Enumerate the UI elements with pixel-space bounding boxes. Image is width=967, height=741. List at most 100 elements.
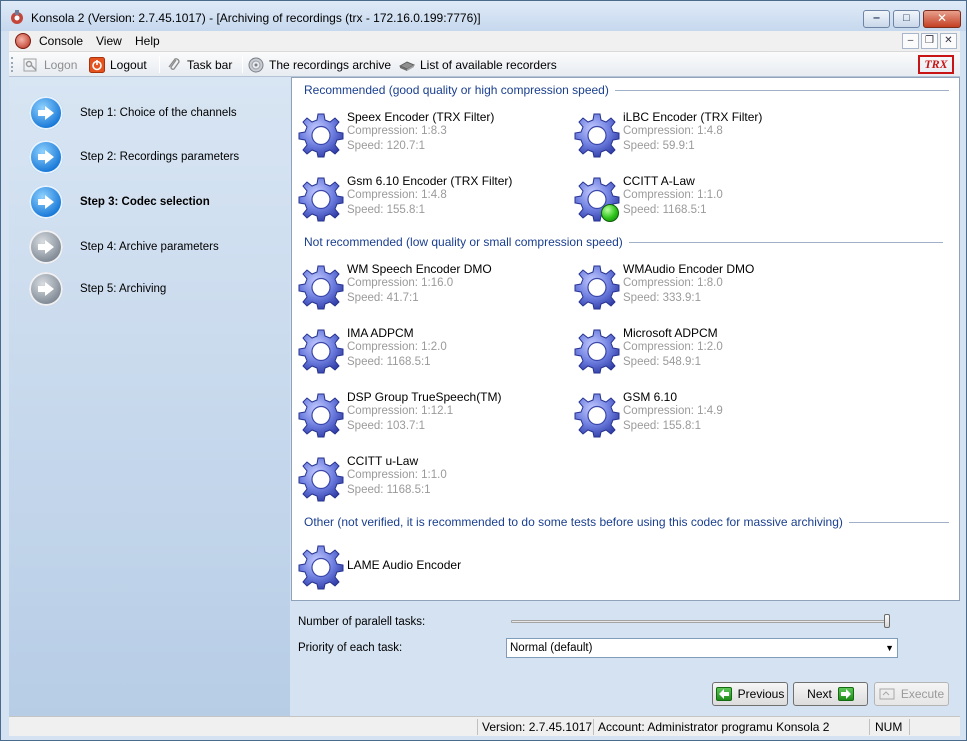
mdi-close-button[interactable]: ✕ bbox=[940, 33, 957, 49]
step-arrow-icon bbox=[29, 185, 63, 219]
codec-gsm-trx[interactable]: Gsm 6.10 Encoder (TRX Filter) Compressio… bbox=[298, 174, 558, 224]
task-priority-value: Normal (default) bbox=[510, 642, 593, 654]
codec-name: GSM 6.10 bbox=[623, 390, 678, 404]
menu-view[interactable]: View bbox=[96, 34, 122, 48]
next-button[interactable]: Next bbox=[793, 682, 868, 706]
minimize-icon: ‒ bbox=[873, 12, 880, 24]
codec-wmaudio[interactable]: WMAudio Encoder DMO Compression: 1:8.0 S… bbox=[574, 262, 834, 312]
gear-icon bbox=[298, 544, 344, 590]
maximize-button[interactable]: □ bbox=[893, 10, 920, 28]
recorders-list-button[interactable]: List of available recorders bbox=[398, 52, 557, 77]
codec-ilbc[interactable]: iLBC Encoder (TRX Filter) Compression: 1… bbox=[574, 110, 834, 160]
codec-compression: Compression: 1:2.0 bbox=[623, 341, 723, 353]
codec-speed: Speed: 41.7:1 bbox=[347, 292, 419, 304]
group-other-title: Other (not verified, it is recommended t… bbox=[304, 515, 949, 529]
gear-icon bbox=[574, 392, 620, 438]
codec-compression: Compression: 1:16.0 bbox=[347, 277, 454, 289]
gear-icon bbox=[298, 264, 344, 310]
parallel-tasks-slider-track[interactable] bbox=[511, 620, 889, 623]
menu-help[interactable]: Help bbox=[135, 34, 160, 48]
toolbar: Logon Logout Task bar The recordings arc… bbox=[9, 52, 960, 77]
codec-speed: Speed: 103.7:1 bbox=[347, 420, 426, 432]
task-priority-select[interactable]: Normal (default) ▼ bbox=[506, 638, 898, 658]
paperclip-icon bbox=[166, 57, 182, 73]
wizard-step-5[interactable]: Step 5: Archiving bbox=[29, 271, 166, 307]
codec-speex[interactable]: Speex Encoder (TRX Filter) Compression: … bbox=[298, 110, 558, 160]
codec-name: DSP Group TrueSpeech(TM) bbox=[347, 390, 502, 404]
selected-check-icon bbox=[601, 204, 619, 222]
taskbar-label: Task bar bbox=[187, 57, 233, 72]
app-icon bbox=[9, 9, 25, 25]
execute-icon bbox=[879, 686, 895, 702]
logon-button[interactable]: Logon bbox=[23, 52, 77, 77]
logout-button[interactable]: Logout bbox=[89, 52, 147, 77]
codec-compression: Compression: 1:4.8 bbox=[347, 189, 447, 201]
codec-compression: Compression: 1:1.0 bbox=[347, 469, 447, 481]
application-window: Konsola 2 (Version: 2.7.45.1017) - [Arch… bbox=[0, 0, 967, 741]
codec-speed: Speed: 333.9:1 bbox=[623, 292, 702, 304]
codec-lame[interactable]: LAME Audio Encoder bbox=[298, 542, 558, 592]
codec-wmspeech[interactable]: WM Speech Encoder DMO Compression: 1:16.… bbox=[298, 262, 558, 312]
codec-ms-adpcm[interactable]: Microsoft ADPCM Compression: 1:2.0 Speed… bbox=[574, 326, 834, 376]
group-recommended-label: Recommended (good quality or high compre… bbox=[304, 83, 609, 97]
previous-button[interactable]: Previous bbox=[712, 682, 788, 706]
archiving-options: Number of paralell tasks: Priority of ea… bbox=[291, 601, 960, 716]
codec-truespeech[interactable]: DSP Group TrueSpeech(TM) Compression: 1:… bbox=[298, 390, 558, 440]
codec-gsm610[interactable]: GSM 6.10 Compression: 1:4.9 Speed: 155.8… bbox=[574, 390, 834, 440]
console-app-icon[interactable] bbox=[15, 33, 31, 49]
codec-name: CCITT A-Law bbox=[623, 174, 695, 188]
close-button[interactable]: ✕ bbox=[923, 10, 961, 28]
execute-button[interactable]: Execute bbox=[874, 682, 949, 706]
wizard-step-4[interactable]: Step 4: Archive parameters bbox=[29, 229, 219, 265]
group-divider bbox=[614, 89, 949, 91]
group-other-label: Other (not verified, it is recommended t… bbox=[304, 515, 843, 529]
codec-compression: Compression: 1:12.1 bbox=[347, 405, 454, 417]
wizard-step-label: Step 5: Archiving bbox=[80, 283, 167, 295]
codec-alaw[interactable]: CCITT A-Law Compression: 1:1.0 Speed: 11… bbox=[574, 174, 834, 224]
minimize-button[interactable]: ‒ bbox=[863, 10, 890, 28]
recordings-archive-button[interactable]: The recordings archive bbox=[248, 52, 391, 77]
wizard-step-label: Step 3: Codec selection bbox=[80, 196, 210, 208]
mdi-minimize-button[interactable]: – bbox=[902, 33, 919, 49]
codec-ulaw[interactable]: CCITT u-Law Compression: 1:1.0 Speed: 11… bbox=[298, 454, 558, 504]
next-label: Next bbox=[807, 687, 832, 701]
arrow-left-icon bbox=[715, 687, 732, 701]
codec-speed: Speed: 59.9:1 bbox=[623, 140, 695, 152]
wizard-step-label: Step 1: Choice of the channels bbox=[80, 107, 237, 119]
wizard-step-3[interactable]: Step 3: Codec selection bbox=[29, 184, 210, 220]
gear-icon bbox=[298, 112, 344, 158]
codec-compression: Compression: 1:4.8 bbox=[623, 125, 723, 137]
mdi-restore-button[interactable]: ❐ bbox=[921, 33, 938, 49]
maximize-icon: □ bbox=[903, 12, 910, 24]
codec-name: WM Speech Encoder DMO bbox=[347, 262, 492, 276]
close-icon: ✕ bbox=[936, 11, 948, 25]
wizard-step-1[interactable]: Step 1: Choice of the channels bbox=[29, 95, 237, 131]
status-bar: Version: 2.7.45.1017 Account: Administra… bbox=[9, 716, 960, 736]
gear-icon bbox=[298, 456, 344, 502]
wizard-step-2[interactable]: Step 2: Recordings parameters bbox=[29, 139, 239, 175]
wizard-step-label: Step 4: Archive parameters bbox=[80, 241, 219, 253]
step-arrow-icon bbox=[29, 140, 63, 174]
logon-label: Logon bbox=[44, 57, 78, 72]
recorders-list-label: List of available recorders bbox=[420, 57, 557, 72]
previous-label: Previous bbox=[737, 687, 785, 701]
step-arrow-icon bbox=[29, 272, 63, 306]
step-arrow-icon bbox=[29, 96, 63, 130]
menu-console[interactable]: Console bbox=[39, 34, 83, 48]
codec-speed: Speed: 120.7:1 bbox=[347, 140, 426, 152]
codec-speed: Speed: 1168.5:1 bbox=[347, 484, 431, 496]
codec-name: Gsm 6.10 Encoder (TRX Filter) bbox=[347, 174, 513, 188]
codec-compression: Compression: 1:1.0 bbox=[623, 189, 723, 201]
power-icon bbox=[89, 56, 105, 73]
disc-icon bbox=[248, 57, 264, 73]
codec-ima-adpcm[interactable]: IMA ADPCM Compression: 1:2.0 Speed: 1168… bbox=[298, 326, 558, 376]
toolbar-grip[interactable] bbox=[11, 57, 14, 72]
wizard-steps-panel: Step 1: Choice of the channels Step 2: R… bbox=[9, 77, 290, 716]
gear-icon bbox=[574, 328, 620, 374]
gear-icon bbox=[298, 176, 344, 222]
taskbar-button[interactable]: Task bar bbox=[166, 52, 232, 77]
arrow-right-icon bbox=[837, 687, 854, 701]
codec-speed: Speed: 548.9:1 bbox=[623, 356, 702, 368]
title-bar[interactable]: Konsola 2 (Version: 2.7.45.1017) - [Arch… bbox=[1, 1, 966, 31]
parallel-tasks-slider-thumb[interactable] bbox=[884, 614, 890, 628]
